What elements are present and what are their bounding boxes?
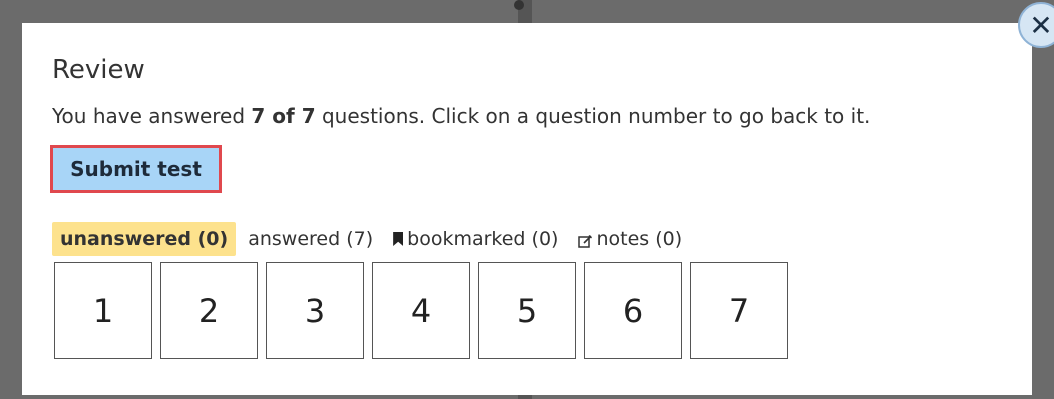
review-modal: Review You have answered 7 of 7 question… (22, 23, 1032, 395)
filter-notes[interactable]: notes (0) (570, 222, 690, 256)
submit-test-button[interactable]: Submit test (50, 145, 222, 193)
filter-unanswered-label: unanswered (0) (60, 228, 229, 250)
answered-count: 7 of 7 (251, 104, 316, 128)
filter-notes-label: notes (0) (596, 228, 683, 250)
filter-unanswered[interactable]: unanswered (0) (52, 222, 237, 256)
modal-title: Review (52, 55, 145, 85)
question-button-4[interactable]: 4 (372, 262, 470, 359)
question-button-5[interactable]: 5 (478, 262, 576, 359)
question-button-2[interactable]: 2 (160, 262, 258, 359)
desc-prefix: You have answered (52, 104, 252, 128)
background-scroll-handle (514, 0, 524, 10)
question-button-1[interactable]: 1 (54, 262, 152, 359)
bookmark-icon (393, 232, 404, 246)
desc-suffix: questions. Click on a question number to… (315, 104, 871, 128)
filter-bar: unanswered (0) answered (7) bookmarked (… (52, 222, 694, 256)
question-button-6[interactable]: 6 (584, 262, 682, 359)
question-button-7[interactable]: 7 (690, 262, 788, 359)
filter-bookmarked-label: bookmarked (0) (407, 228, 559, 250)
filter-bookmarked[interactable]: bookmarked (0) (385, 222, 566, 256)
modal-description: You have answered 7 of 7 questions. Clic… (52, 104, 870, 128)
screen: Review You have answered 7 of 7 question… (0, 0, 1054, 399)
filter-answered-label: answered (7) (248, 228, 374, 250)
question-button-3[interactable]: 3 (266, 262, 364, 359)
question-grid: 1 2 3 4 5 6 7 (54, 262, 796, 359)
note-icon (578, 232, 593, 248)
filter-answered[interactable]: answered (7) (240, 222, 381, 256)
